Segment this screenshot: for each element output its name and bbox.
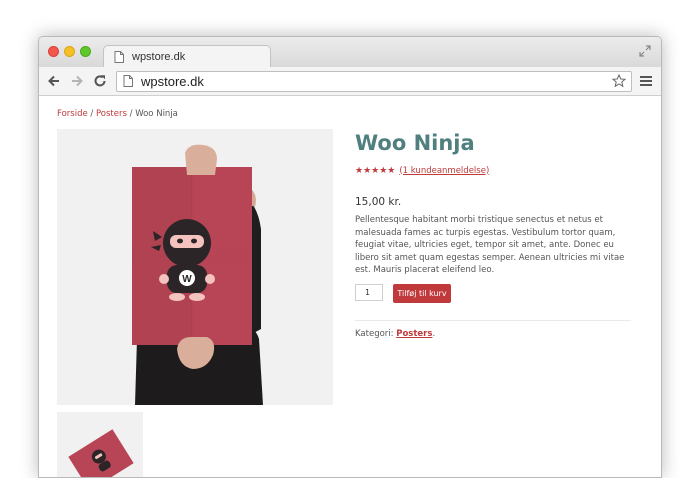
category-label: Kategori:	[355, 329, 394, 339]
back-icon[interactable]	[46, 73, 62, 89]
browser-tab[interactable]: wpstore.dk	[103, 45, 271, 69]
product-category: Kategori: Posters.	[355, 329, 435, 339]
breadcrumb-separator: /	[126, 109, 136, 119]
product-main-image[interactable]: W	[57, 129, 333, 405]
breadcrumb-current: Woo Ninja	[135, 109, 178, 119]
product-title: Woo Ninja	[355, 131, 475, 155]
browser-window: wpstore.dk wpstore.dk Forside / Posters …	[38, 36, 662, 478]
page-content: Forside / Posters / Woo Ninja W Woo Ninj…	[39, 96, 661, 477]
breadcrumb-home-link[interactable]: Forside	[57, 109, 88, 119]
breadcrumb-posters-link[interactable]: Posters	[96, 109, 127, 119]
page-icon	[123, 75, 133, 87]
rating-stars-icon: ★★★★★	[355, 165, 396, 175]
ninja-poster-photo: W	[57, 129, 333, 405]
ninja-letter: W	[182, 274, 192, 285]
menu-icon[interactable]	[640, 75, 652, 87]
review-count-link[interactable]: (1 kundeanmeldelse)	[399, 166, 489, 176]
fullscreen-icon[interactable]	[639, 45, 651, 57]
category-end: .	[432, 329, 436, 339]
minimize-window-button[interactable]	[64, 46, 75, 57]
add-to-cart-button[interactable]: Tilføj til kurv	[393, 284, 451, 303]
forward-icon[interactable]	[69, 73, 85, 89]
reload-icon[interactable]	[92, 73, 108, 89]
breadcrumb-separator: /	[87, 109, 96, 119]
bookmark-star-icon[interactable]	[612, 74, 626, 88]
address-bar[interactable]: wpstore.dk	[116, 71, 632, 92]
close-window-button[interactable]	[48, 46, 59, 57]
browser-toolbar: wpstore.dk	[39, 67, 661, 96]
zoom-window-button[interactable]	[80, 46, 91, 57]
address-url: wpstore.dk	[141, 74, 204, 89]
category-link[interactable]: Posters	[396, 329, 432, 339]
window-controls	[48, 46, 91, 57]
title-bar: wpstore.dk	[39, 37, 661, 69]
poster-thumbnail-image	[57, 412, 143, 477]
product-price: 15,00 kr.	[355, 196, 402, 208]
product-rating: ★★★★★ (1 kundeanmeldelse)	[355, 165, 489, 176]
product-description: Pellentesque habitant morbi tristique se…	[355, 215, 625, 275]
product-thumbnail[interactable]	[57, 412, 143, 477]
page-icon	[114, 51, 124, 63]
breadcrumb: Forside / Posters / Woo Ninja	[57, 109, 178, 119]
tab-title: wpstore.dk	[132, 51, 186, 63]
divider	[355, 320, 631, 321]
quantity-value: 1	[365, 288, 371, 297]
quantity-input[interactable]: 1	[355, 284, 383, 301]
